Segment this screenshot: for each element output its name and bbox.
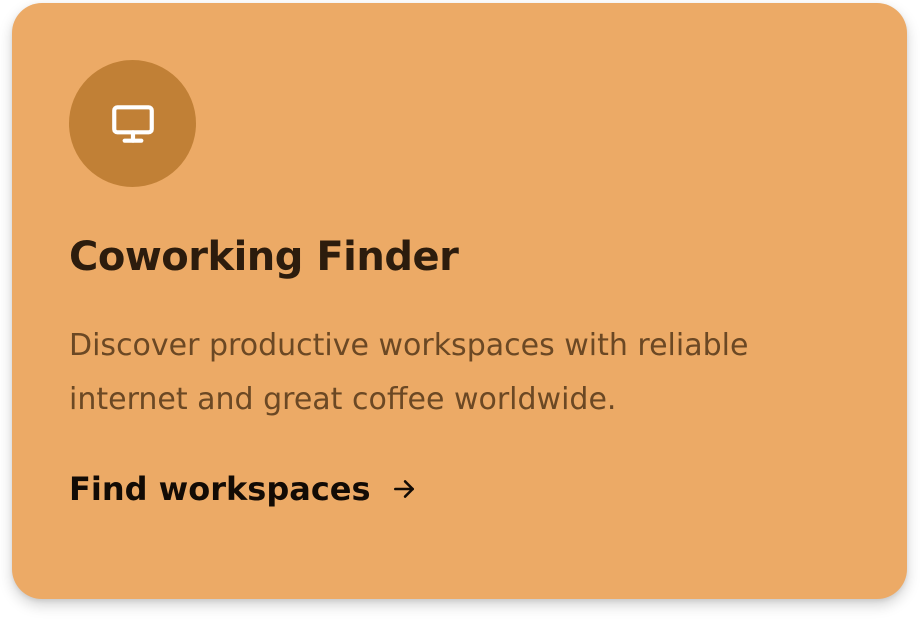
feature-card: Coworking Finder Discover productive wor… (12, 3, 907, 599)
monitor-icon (111, 104, 154, 143)
arrow-right-icon (393, 480, 414, 498)
find-workspaces-link[interactable]: Find workspaces (69, 465, 417, 513)
link-label: Find workspaces (69, 470, 371, 508)
card-title: Coworking Finder (69, 234, 459, 280)
icon-badge (69, 60, 196, 187)
card-description: Discover productive workspaces with reli… (69, 328, 749, 417)
